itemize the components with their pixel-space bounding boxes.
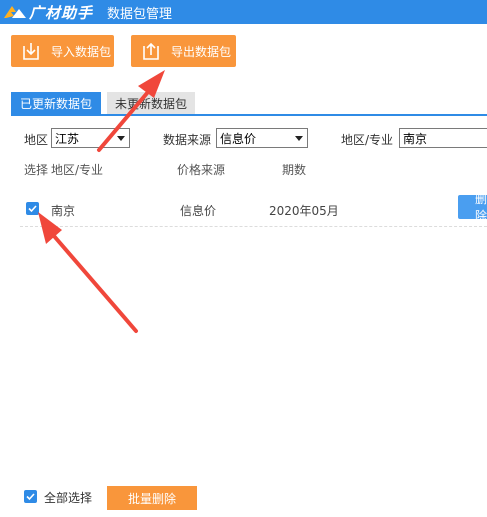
logo-mark-icon bbox=[2, 3, 28, 21]
upload-tray-icon bbox=[143, 42, 159, 60]
row-checkbox[interactable] bbox=[26, 202, 39, 215]
region-select-value: 江苏 bbox=[55, 131, 80, 146]
data-source-label: 数据来源 bbox=[163, 133, 212, 147]
title-bar: 广材助手 数据包管理 bbox=[0, 0, 487, 24]
arrow-to-checkbox-shaft bbox=[52, 234, 138, 333]
app-logo: 广材助手 bbox=[2, 2, 93, 23]
batch-delete-label: 批量删除 bbox=[127, 491, 176, 506]
header-period: 期数 bbox=[282, 163, 307, 177]
download-tray-icon bbox=[23, 43, 39, 60]
select-all-label: 全部选择 bbox=[44, 491, 93, 505]
package-tabs: 已更新数据包 未更新数据包 bbox=[11, 92, 487, 116]
region-select[interactable]: 江苏 bbox=[51, 128, 130, 148]
area-specialty-input[interactable]: 南京 bbox=[399, 128, 487, 148]
select-all-checkbox[interactable] bbox=[24, 490, 37, 503]
chevron-down-icon bbox=[295, 136, 303, 141]
row-period: 2020年05月 bbox=[269, 204, 339, 218]
export-package-label: 导出数据包 bbox=[171, 44, 232, 59]
import-package-button[interactable]: 导入数据包 bbox=[11, 35, 114, 67]
data-source-select[interactable]: 信息价 bbox=[216, 128, 308, 148]
logo-text: 广材助手 bbox=[29, 3, 94, 22]
export-package-button[interactable]: 导出数据包 bbox=[131, 35, 236, 67]
row-delete-label: 删除 bbox=[475, 195, 487, 219]
header-area-specialty: 地区/专业 bbox=[51, 163, 104, 177]
row-price-source: 信息价 bbox=[180, 204, 217, 218]
data-source-select-value: 信息价 bbox=[220, 131, 257, 146]
chevron-down-icon bbox=[117, 136, 125, 141]
row-area: 南京 bbox=[51, 204, 76, 218]
window-title: 数据包管理 bbox=[107, 6, 173, 22]
header-price-source: 价格来源 bbox=[177, 163, 226, 177]
batch-delete-button[interactable]: 批量删除 bbox=[107, 486, 197, 510]
check-icon bbox=[28, 205, 37, 213]
import-package-label: 导入数据包 bbox=[51, 44, 112, 59]
region-label: 地区 bbox=[24, 133, 49, 147]
filter-bar: 地区 江苏 数据来源 信息价 地区/专业 南京 bbox=[0, 128, 487, 148]
table-row: 南京 信息价 2020年05月 删除 bbox=[20, 195, 487, 227]
header-select: 选择 bbox=[24, 163, 49, 177]
tab-not-updated-packages[interactable]: 未更新数据包 bbox=[107, 92, 195, 114]
area-specialty-label: 地区/专业 bbox=[341, 133, 394, 147]
area-specialty-value: 南京 bbox=[403, 131, 428, 146]
check-icon bbox=[26, 493, 35, 501]
row-delete-button[interactable]: 删除 bbox=[458, 195, 487, 219]
annotation-overlay bbox=[38, 70, 165, 333]
tab-updated-packages[interactable]: 已更新数据包 bbox=[11, 92, 101, 114]
